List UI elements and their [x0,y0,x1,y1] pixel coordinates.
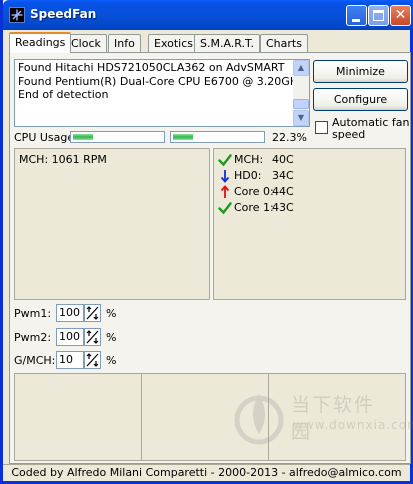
tab-charts[interactable]: Charts [260,34,308,52]
auto-fan-speed-checkbox[interactable] [315,121,328,134]
watermark-logo-icon [234,394,284,445]
voltages-panel: 当下软件园 www.downxia.com [14,373,413,461]
speedfan-app-icon [9,7,25,23]
fan-reading: MCH: 1061 RPM [19,153,107,166]
gmch-input[interactable]: 10 [56,351,84,369]
arrow-down-icon [220,170,230,183]
temp-name: MCH: [234,153,264,166]
minimize-window-button[interactable] [346,5,367,26]
temp-value: 44C [272,185,294,198]
window-title: SpeedFan [30,7,97,21]
speed-label: G/MCH: [14,354,56,367]
log-line: Found Hitachi HDS721050CLA362 on AdvSMAR… [18,61,285,74]
maximize-window-button[interactable] [368,5,389,26]
scroll-thumb[interactable] [293,99,309,109]
tab-exotics[interactable]: Exotics [148,34,199,52]
close-window-button[interactable]: ✕ [390,5,411,26]
configure-button[interactable]: Configure [313,88,408,111]
temp-name: Core 0: [234,185,274,198]
spinner-arrows-icon [86,306,99,320]
tab-clock[interactable]: Clock [65,34,107,52]
pwm1-input[interactable]: 100 [56,304,84,322]
temp-name: HD0: [234,169,262,182]
tab-info[interactable]: Info [108,34,141,52]
readings-panel: Found Hitachi HDS721050CLA362 on AdvSMAR… [9,52,413,464]
cpu-core-bar [170,131,265,143]
percent-unit: % [106,307,117,320]
pwm2-input[interactable]: 100 [56,328,84,346]
cpu-core-bar-fill [73,134,93,140]
status-bar: Coded by Alfredo Milani Comparetti - 200… [3,464,410,481]
detection-log[interactable]: Found Hitachi HDS721050CLA362 on AdvSMAR… [14,59,310,127]
speed-label: Pwm2: [14,331,52,344]
speedfan-window: SpeedFan ✕ Readings Clock Info Exotics S… [0,0,413,484]
minimize-button[interactable]: Minimize [313,60,408,83]
temp-value: 34C [272,169,294,182]
check-icon [218,202,232,215]
gmch-spinner[interactable] [84,351,101,369]
close-icon: ✕ [394,7,407,23]
title-bar[interactable]: SpeedFan ✕ [3,0,413,30]
temp-value: 43C [272,201,294,214]
scroll-down-icon[interactable]: ▼ [293,110,309,126]
temp-name: Core 1: [234,201,274,214]
temp-value: 40C [272,153,294,166]
spinner-arrows-icon [86,353,99,367]
pwm1-spinner[interactable] [84,304,101,322]
log-scrollbar[interactable]: ▲ ▼ [293,60,309,126]
watermark-url: www.downxia.com [293,418,413,432]
cpu-usage-label: CPU Usage [14,131,75,144]
temperatures-panel: MCH: 40C HD0: 34C Core 0: 44C Core 1: 43… [213,148,406,300]
auto-fan-speed-label: Automatic fan speed [332,116,410,141]
pwm2-spinner[interactable] [84,328,101,346]
maximize-icon [373,10,384,21]
fan-speeds-panel: MCH: 1061 RPM [14,148,210,300]
arrow-up-icon [220,185,230,198]
log-line: Found Pentium(R) Dual-Core CPU E6700 @ 3… [18,74,304,88]
minimize-icon [352,19,360,22]
log-line: End of detection [18,88,109,101]
percent-unit: % [106,331,117,344]
spinner-arrows-icon [86,330,99,344]
watermark: 当下软件园 www.downxia.com [233,388,413,452]
cpu-core-bar [70,131,165,143]
tab-readings[interactable]: Readings [9,32,72,53]
cpu-core-bar-fill [173,134,193,140]
tab-smart[interactable]: S.M.A.R.T. [194,34,260,52]
panel-divider [141,374,142,460]
scroll-up-icon[interactable]: ▲ [293,60,309,76]
speed-label: Pwm1: [14,307,52,320]
check-icon [218,154,232,167]
watermark-text: 当下软件园 [291,394,376,443]
percent-unit: % [106,354,117,367]
cpu-usage-percent: 22.3% [272,131,307,144]
